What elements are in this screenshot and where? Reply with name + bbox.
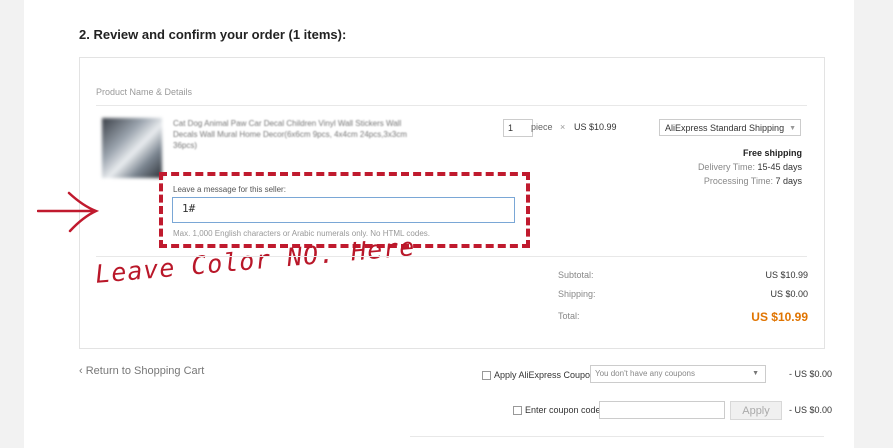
- coupon-select[interactable]: You don't have any coupons ▼: [590, 365, 766, 383]
- shipping-method-value: AliExpress Standard Shipping: [665, 123, 785, 133]
- annotation-dashed-highlight: [159, 172, 530, 248]
- shipping-cost-label: Shipping:: [558, 289, 596, 299]
- quantity-unit: piece: [531, 122, 553, 132]
- coupon-select-value: You don't have any coupons: [595, 369, 695, 378]
- apply-coupon-button[interactable]: Apply: [730, 401, 782, 420]
- footer-divider: [410, 436, 824, 437]
- product-thumbnail[interactable]: [102, 118, 162, 178]
- header-divider: [96, 105, 807, 106]
- coupon-code-input[interactable]: [599, 401, 725, 419]
- delivery-time: Delivery Time: 15-45 days: [698, 162, 802, 172]
- shipping-cost-value: US $0.00: [770, 289, 808, 299]
- product-name-link[interactable]: Cat Dog Animal Paw Car Decal Children Vi…: [173, 118, 413, 151]
- processing-time-value: 7 days: [775, 176, 802, 186]
- subtotal-value: US $10.99: [765, 270, 808, 280]
- delivery-time-label: Delivery Time:: [697, 162, 755, 172]
- coupon-code-discount: - US $0.00: [789, 405, 833, 415]
- coupon-code-label: Enter coupon code:: [525, 405, 604, 415]
- summary-divider: [96, 256, 807, 257]
- delivery-time-value: 15-45 days: [757, 162, 802, 172]
- free-shipping-label: Free shipping: [742, 148, 802, 158]
- total-value: US $10.99: [751, 310, 808, 324]
- quantity-input[interactable]: 1: [503, 119, 533, 137]
- chevron-down-icon: ▼: [789, 125, 796, 132]
- coupon-checkbox[interactable]: [482, 371, 491, 380]
- return-to-cart-link[interactable]: ‹ Return to Shopping Cart: [79, 365, 204, 377]
- processing-time-label: Processing Time:: [703, 176, 773, 186]
- page-title: 2. Review and confirm your order (1 item…: [79, 27, 347, 42]
- shipping-method-select[interactable]: AliExpress Standard Shipping ▼: [659, 119, 801, 136]
- coupon-label: Apply AliExpress Coupon:: [494, 370, 598, 380]
- total-label: Total:: [558, 311, 580, 321]
- column-header-product: Product Name & Details: [96, 87, 193, 97]
- processing-time: Processing Time: 7 days: [704, 176, 802, 186]
- subtotal-label: Subtotal:: [558, 270, 594, 280]
- right-arrow-icon: [37, 191, 99, 233]
- coupon-code-checkbox[interactable]: [513, 406, 522, 415]
- unit-price: US $10.99: [574, 122, 617, 132]
- chevron-down-icon: ▼: [752, 370, 759, 377]
- coupon-discount: - US $0.00: [789, 369, 833, 379]
- multiply-sign: ×: [560, 122, 566, 132]
